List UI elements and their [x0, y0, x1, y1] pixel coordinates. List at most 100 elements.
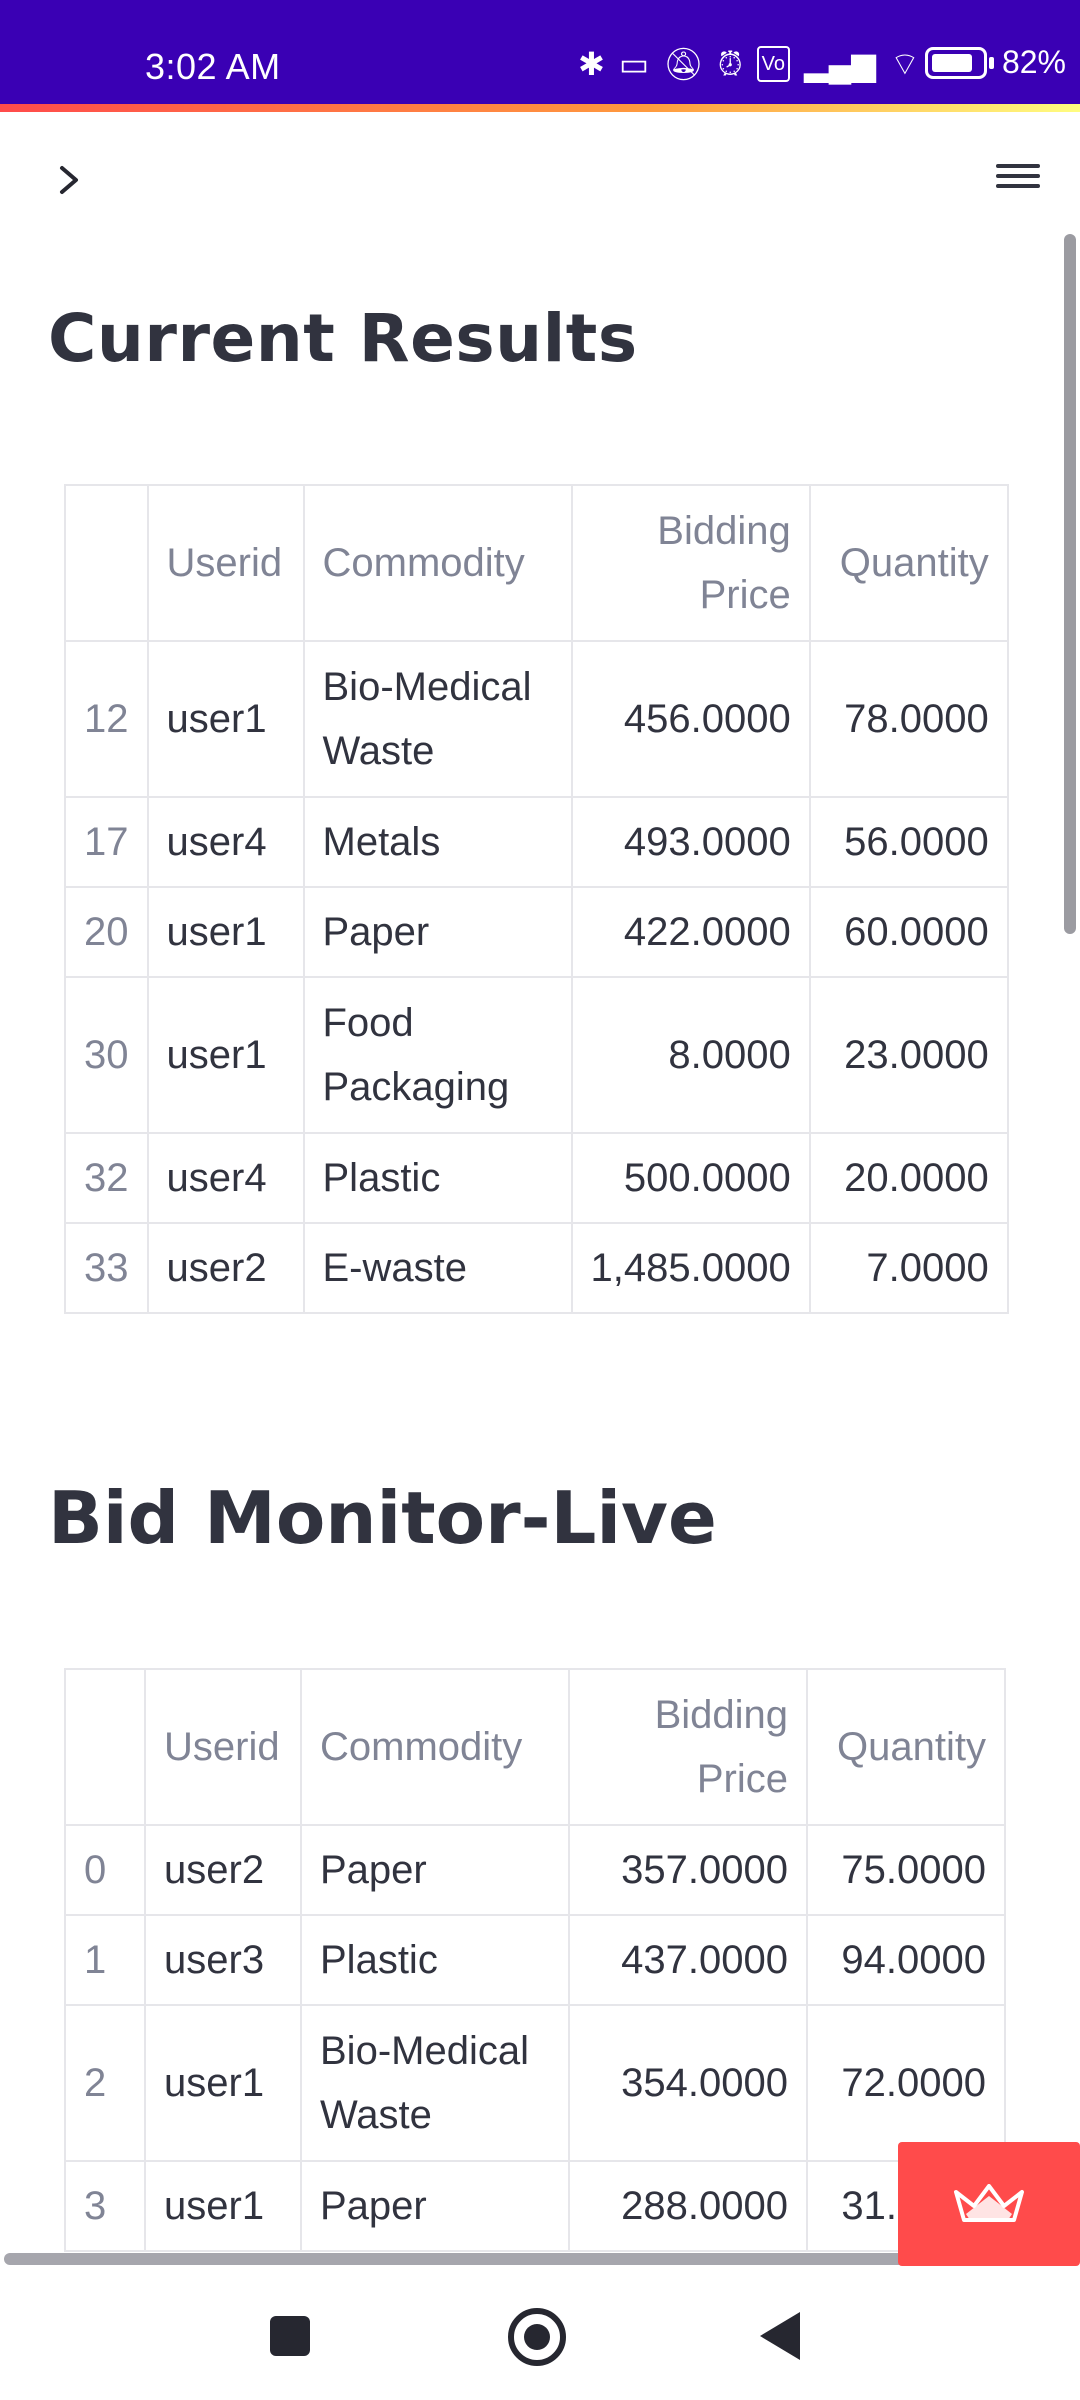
- current-results-table: Userid Commodity Bidding Price Quantity …: [64, 484, 1009, 1314]
- price-cell: 500.0000: [570, 1132, 811, 1224]
- commodity-cell: Paper: [300, 2160, 570, 2252]
- userid-cell: user2: [146, 1222, 305, 1314]
- volte-icon: Vo: [756, 46, 791, 82]
- price-cell: 493.0000: [570, 796, 811, 888]
- home-circle-icon[interactable]: [508, 2308, 566, 2366]
- index-header: [64, 484, 149, 642]
- hamburger-menu-icon: [996, 164, 1040, 168]
- commodity-cell: Paper: [300, 1824, 570, 1916]
- quantity-cell: 78.0000: [808, 640, 1009, 798]
- back-triangle-icon[interactable]: [760, 2312, 800, 2360]
- userid-cell: user1: [144, 2004, 302, 2162]
- index-header: [64, 1668, 146, 1826]
- quantity-cell: 56.0000: [808, 796, 1009, 888]
- table-row: 33 user2 E-waste 1,485.0000 7.0000: [64, 1222, 1009, 1314]
- userid-cell: user1: [146, 886, 305, 978]
- streamlit-badge-button[interactable]: [898, 2142, 1080, 2266]
- price-cell: 1,485.0000: [570, 1222, 811, 1314]
- alarm-icon: ⏰︎: [717, 46, 743, 82]
- userid-cell: user2: [144, 1824, 302, 1916]
- quantity-cell: 75.0000: [806, 1824, 1006, 1916]
- price-cell: 354.0000: [568, 2004, 808, 2162]
- sidebar-toggle-button[interactable]: [50, 160, 90, 200]
- streamlit-crown-icon: [954, 2184, 1024, 2222]
- table-row: 30 user1 Food Packaging 8.0000 23.0000: [64, 976, 1009, 1134]
- row-index: 3: [64, 2160, 146, 2252]
- header-decoration: [0, 104, 1080, 112]
- quantity-header[interactable]: Quantity: [806, 1668, 1006, 1826]
- userid-cell: user1: [144, 2160, 302, 2252]
- vertical-scrollbar[interactable]: [1064, 234, 1076, 934]
- commodity-cell: Bio-Medical Waste: [302, 640, 573, 798]
- battery-icon: [924, 46, 987, 79]
- row-index: 1: [64, 1914, 146, 2006]
- row-index: 20: [64, 886, 149, 978]
- price-cell: 437.0000: [568, 1914, 808, 2006]
- recents-square-icon[interactable]: [270, 2316, 310, 2356]
- table-row: 20 user1 Paper 422.0000 60.0000: [64, 886, 1009, 978]
- userid-header[interactable]: Userid: [146, 484, 305, 642]
- table-header-row: Userid Commodity Bidding Price Quantity: [64, 484, 1009, 642]
- commodity-cell: Bio-Medical Waste: [300, 2004, 570, 2162]
- table-row: 1 user3 Plastic 437.0000 94.0000: [64, 1914, 1006, 2006]
- quantity-cell: 94.0000: [806, 1914, 1006, 2006]
- quantity-header[interactable]: Quantity: [808, 484, 1009, 642]
- commodity-cell: Metals: [302, 796, 573, 888]
- mute-icon: 🔕︎: [663, 46, 704, 82]
- commodity-header[interactable]: Commodity: [302, 484, 573, 642]
- bidding-price-header[interactable]: Bidding Price: [568, 1668, 808, 1826]
- row-index: 17: [64, 796, 149, 888]
- table-row: 12 user1 Bio-Medical Waste 456.0000 78.0…: [64, 640, 1009, 798]
- current-results-title: Current Results: [48, 300, 638, 377]
- commodity-cell: Food Packaging: [302, 976, 573, 1134]
- chevron-right-icon: [60, 166, 78, 194]
- quantity-cell: 60.0000: [808, 886, 1009, 978]
- quantity-cell: 20.0000: [808, 1132, 1009, 1224]
- price-cell: 422.0000: [570, 886, 811, 978]
- row-index: 32: [64, 1132, 149, 1224]
- row-index: 33: [64, 1222, 149, 1314]
- row-index: 30: [64, 976, 149, 1134]
- bid-monitor-title: Bid Monitor-Live: [48, 1476, 717, 1560]
- row-index: 0: [64, 1824, 146, 1916]
- table-row: 32 user4 Plastic 500.0000 20.0000: [64, 1132, 1009, 1224]
- userid-cell: user4: [146, 1132, 305, 1224]
- wifi-icon: ⌔: [889, 46, 920, 82]
- table-row: 0 user2 Paper 357.0000 75.0000: [64, 1824, 1006, 1916]
- commodity-cell: Paper: [302, 886, 573, 978]
- row-index: 12: [64, 640, 149, 798]
- status-bar: 3:02 AM ✱ ▭ 🔕︎ ⏰︎ Vo ▂▄▆ ⌔ 82%: [0, 0, 1080, 104]
- userid-cell: user4: [146, 796, 305, 888]
- price-cell: 456.0000: [570, 640, 811, 798]
- status-time: 3:02 AM: [145, 46, 281, 87]
- quantity-cell: 23.0000: [808, 976, 1009, 1134]
- price-cell: 8.0000: [570, 976, 811, 1134]
- userid-cell: user3: [144, 1914, 302, 2006]
- commodity-header[interactable]: Commodity: [300, 1668, 570, 1826]
- price-cell: 288.0000: [568, 2160, 808, 2252]
- commodity-cell: E-waste: [302, 1222, 573, 1314]
- table-row: 2 user1 Bio-Medical Waste 354.0000 72.00…: [64, 2004, 1006, 2162]
- userid-cell: user1: [146, 640, 305, 798]
- battery-indicator: 82%: [924, 44, 1066, 81]
- signal-icon: ▂▄▆: [804, 46, 876, 82]
- bid-monitor-table: Userid Commodity Bidding Price Quantity …: [64, 1668, 1006, 2252]
- commodity-cell: Plastic: [302, 1132, 573, 1224]
- userid-header[interactable]: Userid: [144, 1668, 302, 1826]
- quantity-cell: 7.0000: [808, 1222, 1009, 1314]
- row-index: 2: [64, 2004, 146, 2162]
- main-menu-button[interactable]: [996, 158, 1040, 194]
- commodity-cell: Plastic: [300, 1914, 570, 2006]
- system-nav-bar: [0, 2270, 1080, 2400]
- quantity-cell: 72.0000: [806, 2004, 1006, 2162]
- bluetooth-icon: ✱: [578, 46, 605, 82]
- table-row: 3 user1 Paper 288.0000 31.0000: [64, 2160, 1006, 2252]
- table-header-row: Userid Commodity Bidding Price Quantity: [64, 1668, 1006, 1826]
- battery-percent: 82%: [1001, 44, 1066, 80]
- bidding-price-header[interactable]: Bidding Price: [570, 484, 811, 642]
- vibrate-icon: ▭: [618, 46, 650, 82]
- userid-cell: user1: [146, 976, 305, 1134]
- status-icons: ✱ ▭ 🔕︎ ⏰︎ Vo ▂▄▆ ⌔: [578, 46, 920, 82]
- price-cell: 357.0000: [568, 1824, 808, 1916]
- horizontal-scrollbar[interactable]: [4, 2253, 1004, 2265]
